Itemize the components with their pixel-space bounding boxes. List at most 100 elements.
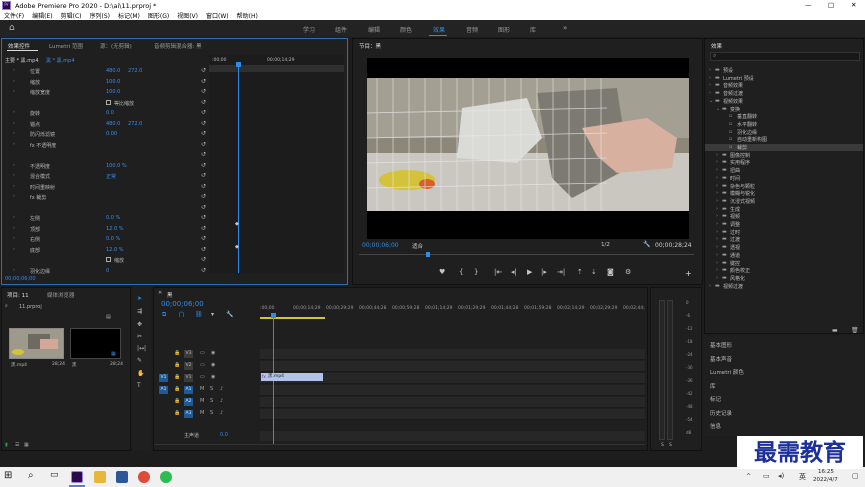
workspace-effects[interactable]: 效果 — [433, 25, 445, 34]
chevron-icon[interactable]: › — [709, 82, 711, 88]
reset-icon[interactable]: ↺ — [201, 130, 206, 137]
tab-effect-controls[interactable]: 效果控件 — [8, 42, 30, 50]
twirl-icon[interactable]: › — [13, 142, 15, 147]
effects-tree-item[interactable]: › ▬ 模糊与锐化 — [705, 190, 863, 197]
list-view-icon[interactable]: ☰ — [15, 442, 19, 448]
reset-icon[interactable]: ↺ — [201, 67, 206, 74]
effects-tree-item[interactable]: ▫ 水平翻转 — [705, 121, 863, 128]
home-icon[interactable]: ⌂ — [9, 23, 15, 33]
reset-icon[interactable]: ↺ — [201, 151, 206, 158]
twirl-icon[interactable]: › — [13, 89, 15, 94]
chevron-icon[interactable]: › — [716, 236, 718, 242]
chevron-icon[interactable]: › — [716, 221, 718, 227]
chevron-icon[interactable]: › — [716, 252, 718, 258]
track-target[interactable]: V3 — [184, 350, 193, 358]
add-marker-icon[interactable]: ♥ — [439, 268, 445, 276]
effects-tree-item[interactable]: › ▬ 扭曲 — [705, 167, 863, 174]
chevron-icon[interactable]: ⌄ — [709, 98, 713, 104]
tab-source[interactable]: 源：(无剪辑) — [100, 42, 132, 50]
lock-icon[interactable]: ▮ — [5, 442, 8, 448]
keyframe-icon[interactable]: ◆ — [235, 221, 239, 227]
track-target[interactable]: V1 — [184, 374, 193, 382]
tab-lumetri-scopes[interactable]: Lumetri 范围 — [49, 42, 83, 50]
sync-lock-icon[interactable]: ▭ — [200, 374, 205, 380]
lower-panel-tab[interactable]: 信息 — [710, 422, 721, 430]
wrench-icon[interactable]: 🔧 — [643, 241, 650, 248]
effects-tree-item[interactable]: › ▬ 颜色校正 — [705, 267, 863, 274]
reset-icon[interactable]: ↺ — [201, 183, 206, 190]
effects-tree-item[interactable]: › ▬ 图像控制 — [705, 152, 863, 159]
lower-panel-tab[interactable]: 历史记录 — [710, 409, 732, 417]
tab-sequence[interactable]: 黑 — [167, 291, 173, 299]
workspace-graphics[interactable]: 图形 — [498, 25, 510, 34]
tab-program[interactable]: 节目：黑 — [359, 42, 381, 50]
reset-icon[interactable]: ↺ — [201, 246, 206, 253]
solo-button[interactable]: S — [210, 398, 213, 404]
effects-tree-item[interactable]: › ▬ 音频过渡 — [705, 90, 863, 97]
menu-file[interactable]: 文件(F) — [4, 11, 24, 20]
effects-tab-label[interactable]: 效果 — [711, 42, 722, 50]
timeline-playhead-handle[interactable] — [271, 313, 276, 318]
lock-icon[interactable]: 🔒 — [174, 350, 180, 356]
tray-up-icon[interactable]: ^ — [746, 473, 751, 480]
work-area-bar[interactable] — [260, 317, 325, 319]
reset-icon[interactable]: ↺ — [201, 141, 206, 148]
hand-tool-icon[interactable]: ✋ — [137, 370, 144, 377]
effects-tree-item[interactable]: › ▬ 预设 — [705, 67, 863, 74]
ec-playhead[interactable] — [238, 63, 239, 273]
chevron-icon[interactable]: › — [716, 267, 718, 273]
menu-window[interactable]: 窗口(W) — [206, 11, 229, 20]
selection-tool-icon[interactable]: ➤ — [137, 295, 142, 302]
reset-icon[interactable]: ↺ — [201, 109, 206, 116]
property-value-2[interactable]: 272.0 — [128, 68, 142, 74]
menu-graphics[interactable]: 图形(G) — [148, 11, 169, 20]
mute-button[interactable]: M — [200, 386, 204, 392]
effects-tree-item[interactable]: › ▬ Lumetri 预设 — [705, 75, 863, 82]
effects-tree-item[interactable]: › ▬ 风格化 — [705, 275, 863, 282]
clip-selector[interactable]: 黑 * 黑.mp4 — [46, 57, 146, 65]
eye-icon[interactable]: ◉ — [211, 362, 215, 368]
ime-icon[interactable]: 英 — [799, 472, 806, 482]
program-scrubber[interactable] — [359, 254, 694, 258]
clock-date[interactable]: 2022/4/7 — [813, 477, 838, 483]
notification-icon[interactable]: ▢ — [852, 472, 859, 480]
reset-icon[interactable]: ↺ — [201, 99, 206, 106]
property-value[interactable]: 100.0 — [106, 79, 120, 85]
chevron-icon[interactable]: › — [716, 275, 718, 281]
sync-lock-icon[interactable]: ▭ — [200, 350, 205, 356]
more-workspaces-icon[interactable]: » — [563, 24, 567, 32]
network-icon[interactable]: ▭ — [763, 472, 770, 480]
effects-tree-item[interactable]: ⌄ ▬ 变换 — [705, 106, 863, 113]
property-value[interactable]: 480.0 — [106, 121, 120, 127]
property-value[interactable]: 100.0 % — [106, 163, 127, 169]
solo-button[interactable]: S — [210, 410, 213, 416]
twirl-icon[interactable]: › — [13, 226, 15, 231]
property-value-2[interactable]: 272.0 — [128, 121, 142, 127]
ripple-edit-tool-icon[interactable]: ✥ — [137, 321, 142, 328]
mute-button[interactable]: M — [200, 398, 204, 404]
effects-tree-item[interactable]: › ▬ 过渡 — [705, 236, 863, 243]
lift-icon[interactable]: ⇡ — [577, 268, 583, 276]
lock-icon[interactable]: 🔒 — [174, 398, 180, 404]
lower-panel-tab[interactable]: 标记 — [710, 395, 721, 403]
effects-tree-item[interactable]: ▫ 垂直翻转 — [705, 113, 863, 120]
twirl-icon[interactable]: › — [13, 215, 15, 220]
menu-markers[interactable]: 标记(M) — [118, 11, 140, 20]
reset-icon[interactable]: ↺ — [201, 88, 206, 95]
chevron-icon[interactable]: › — [709, 75, 711, 81]
chevron-icon[interactable]: › — [716, 198, 718, 204]
reset-icon[interactable]: ↺ — [201, 172, 206, 179]
source-patch[interactable]: A1 — [159, 386, 168, 394]
go-to-in-icon[interactable]: |⇤ — [494, 268, 502, 276]
mark-in-icon[interactable]: { — [459, 268, 463, 276]
checkbox[interactable] — [106, 99, 111, 105]
quality-select[interactable]: 1/2 — [601, 242, 610, 248]
property-value[interactable]: 正常 — [106, 173, 116, 180]
reset-icon[interactable]: ↺ — [201, 78, 206, 85]
ec-timecode[interactable]: 00;00;06;00 — [5, 276, 36, 282]
chevron-icon[interactable]: ⌄ — [716, 106, 720, 112]
icon-view-icon[interactable]: ▦ — [24, 442, 29, 448]
reset-icon[interactable]: ↺ — [201, 162, 206, 169]
effects-tree-item[interactable]: › ▬ 实用程序 — [705, 159, 863, 166]
new-bin-icon[interactable]: ▬ — [832, 327, 838, 334]
